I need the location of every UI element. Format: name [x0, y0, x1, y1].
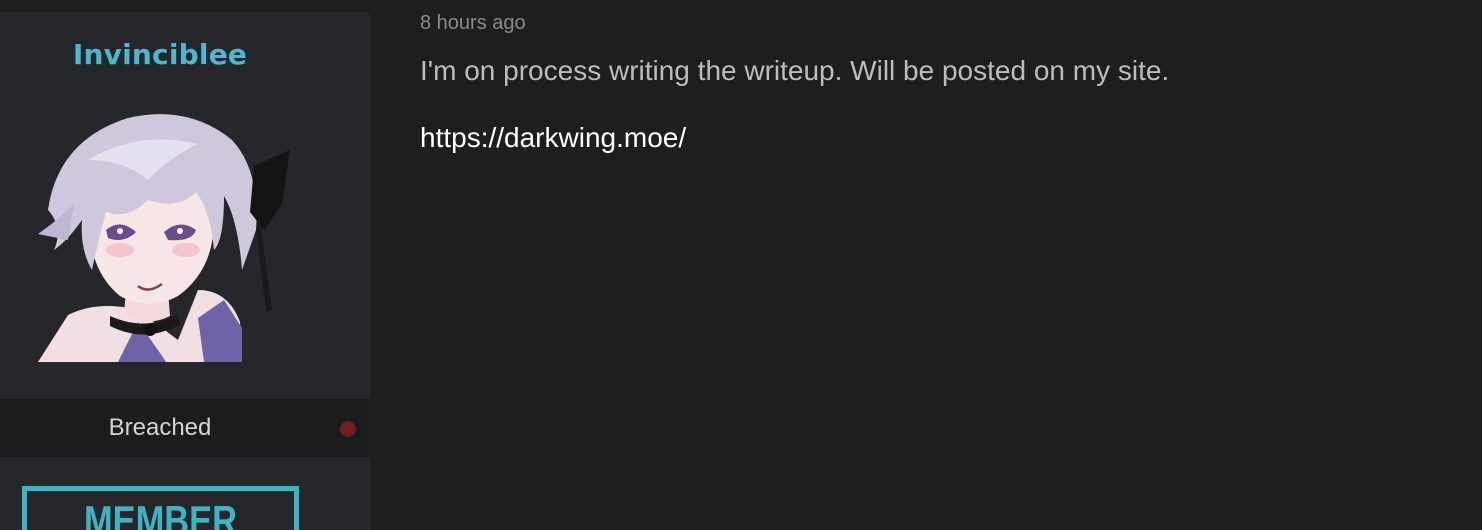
author-panel: Invinciblee Breached MEMBER — [0, 12, 370, 530]
avatar[interactable] — [28, 100, 292, 362]
author-username[interactable]: Invinciblee — [0, 38, 320, 71]
offline-status-dot-icon — [340, 421, 356, 437]
post-container: Invinciblee Breached MEMBER 8 hours ago … — [0, 0, 1482, 530]
rank-label: Breached — [108, 414, 212, 441]
post-message: I'm on process writing the writeup. Will… — [420, 55, 1170, 86]
post-body: I'm on process writing the writeup. Will… — [420, 54, 1420, 155]
member-badge-label: MEMBER — [83, 497, 238, 530]
post-link[interactable]: https://darkwing.moe/ — [420, 121, 686, 155]
post-timestamp[interactable]: 8 hours ago — [420, 12, 526, 35]
member-badge: MEMBER — [22, 486, 299, 530]
anime-avatar-icon — [38, 114, 290, 362]
rank-bar: Breached — [0, 399, 370, 457]
